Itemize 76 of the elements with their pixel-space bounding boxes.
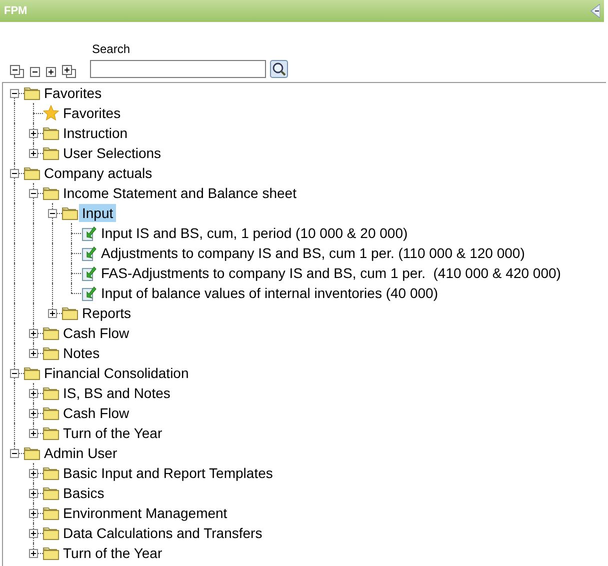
folder-icon	[24, 366, 40, 380]
folder-icon	[43, 326, 59, 340]
expand-toggle[interactable]	[29, 329, 38, 338]
folder-icon	[43, 406, 59, 420]
folder-icon	[62, 206, 78, 220]
expand-toggle[interactable]	[29, 509, 38, 518]
expand-toggle[interactable]	[29, 409, 38, 418]
tree-item[interactable]: Favorites	[60, 104, 124, 122]
tree-item[interactable]: Basics	[60, 484, 108, 502]
star-icon	[43, 105, 59, 121]
search-label: Search	[92, 42, 132, 56]
expand-toggle[interactable]	[29, 349, 38, 358]
tree-item[interactable]: Notes	[60, 344, 103, 362]
expand-toggle[interactable]	[29, 429, 38, 438]
tree-item[interactable]: Instruction	[60, 124, 131, 142]
search-icon[interactable]	[270, 60, 288, 78]
tree-item[interactable]: Favorites	[41, 84, 105, 102]
tree-item[interactable]: Basic Input and Report Templates	[60, 464, 276, 482]
folder-icon	[43, 486, 59, 500]
expand-toggle[interactable]	[29, 129, 38, 138]
search-field[interactable]	[90, 60, 266, 78]
expand-toggle[interactable]	[29, 469, 38, 478]
collapse-toggle[interactable]	[29, 189, 38, 198]
panel-title: FPM	[4, 5, 28, 17]
tree-item[interactable]: IS, BS and Notes	[60, 384, 174, 402]
tree-item[interactable]: Turn of the Year	[60, 424, 166, 442]
tree-item[interactable]: Company actuals	[41, 164, 156, 182]
folder-icon	[43, 466, 59, 480]
folder-icon	[43, 426, 59, 440]
tree-item[interactable]: Input of balance values of internal inventories (40 000)	[98, 284, 441, 302]
collapse-icon[interactable]	[590, 4, 600, 18]
tree-item[interactable]: FAS-Adjustments to company IS and BS, cum 1 per. (410 000 & 420 000)	[98, 264, 564, 282]
tree-item[interactable]: User Selections	[60, 144, 164, 162]
folder-icon	[24, 86, 40, 100]
expand-toggle[interactable]	[48, 309, 57, 318]
folder-icon	[62, 306, 78, 320]
folder-icon	[24, 446, 40, 460]
expand-all-icon[interactable]	[62, 65, 76, 78]
folder-icon	[43, 186, 59, 200]
tree-item[interactable]: Input IS and BS, cum, 1 period (10 000 & 20 000)	[98, 224, 411, 242]
tree-item[interactable]: Income Statement and Balance sheet	[60, 184, 300, 202]
form-icon	[81, 265, 97, 281]
collapse-toggle[interactable]	[10, 89, 19, 98]
collapse-all-icon[interactable]	[10, 65, 24, 78]
tree-item[interactable]: Data Calculations and Transfers	[60, 524, 266, 542]
folder-icon	[43, 346, 59, 360]
tree-item[interactable]: Cash Flow	[60, 324, 132, 342]
tree-item[interactable]: Reports	[79, 304, 134, 322]
collapse-toggle[interactable]	[10, 169, 19, 178]
folder-icon	[43, 546, 59, 560]
tree-item[interactable]: Cash Flow	[60, 404, 132, 422]
collapse-toggle[interactable]	[10, 449, 19, 458]
expand-toggle[interactable]	[29, 149, 38, 158]
form-icon	[81, 285, 97, 301]
collapse-toggle[interactable]	[10, 369, 19, 378]
form-icon	[81, 245, 97, 261]
tree-item[interactable]: Admin User	[41, 444, 120, 462]
expand-icon[interactable]	[46, 66, 56, 76]
folder-icon	[43, 526, 59, 540]
collapse-icon[interactable]	[30, 66, 40, 76]
expand-toggle[interactable]	[29, 529, 38, 538]
form-icon	[81, 225, 97, 241]
tree-item[interactable]: Environment Management	[60, 504, 230, 522]
folder-icon	[24, 166, 40, 180]
folder-icon	[43, 386, 59, 400]
folder-icon	[43, 506, 59, 520]
tree-item[interactable]: Adjustments to company IS and BS, cum 1 per. (110 000 & 120 000)	[98, 244, 528, 262]
folder-icon	[43, 146, 59, 160]
tree-item[interactable]: Input	[79, 204, 116, 222]
tree-item[interactable]: Turn of the Year	[60, 544, 166, 562]
expand-toggle[interactable]	[29, 549, 38, 558]
expand-toggle[interactable]	[29, 489, 38, 498]
expand-toggle[interactable]	[29, 389, 38, 398]
folder-icon	[43, 126, 59, 140]
tree-item[interactable]: Financial Consolidation	[41, 364, 192, 382]
collapse-toggle[interactable]	[48, 209, 57, 218]
